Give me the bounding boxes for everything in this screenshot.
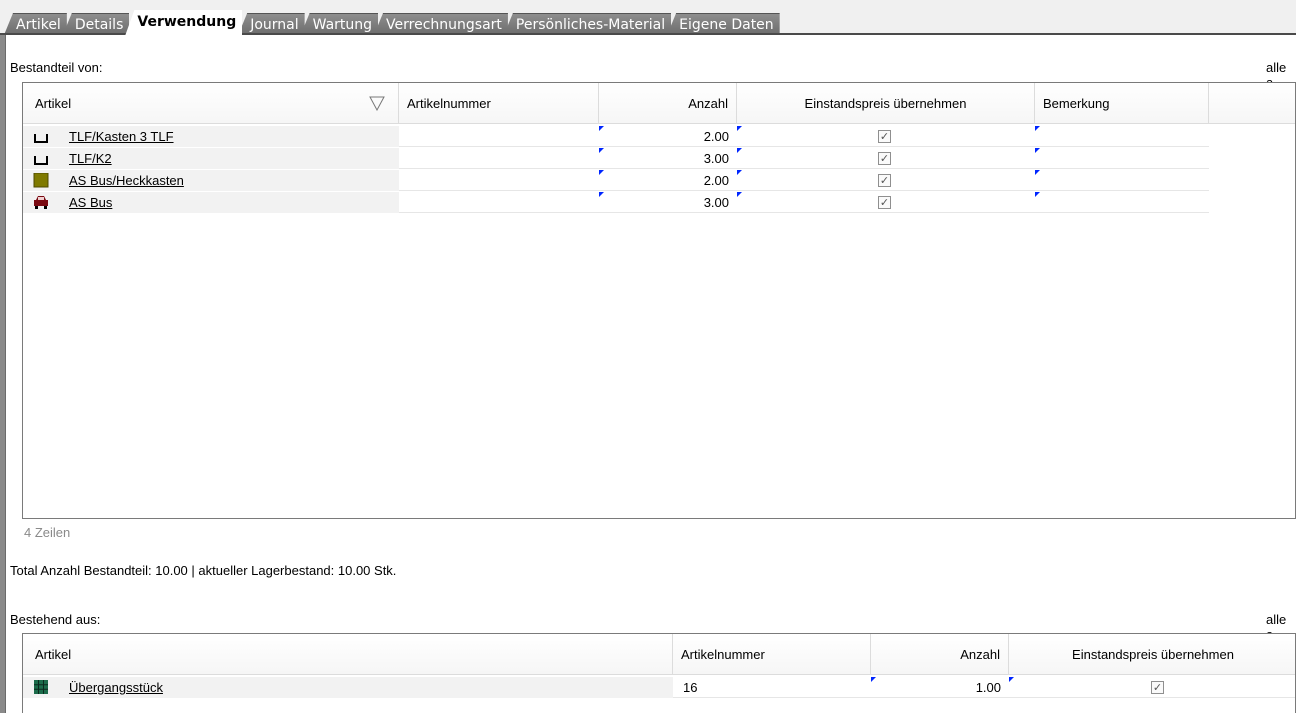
tab-strip: Artikel Details Verwendung Journal Wartu… (0, 0, 1296, 35)
tab-journal[interactable]: Journal (238, 13, 305, 35)
einstandspreis-checkbox[interactable]: ✓ (878, 152, 891, 165)
bestehend-aus-label: Bestehend aus: (10, 612, 101, 627)
tab-artikel[interactable]: Artikel (4, 13, 67, 35)
cell-anzahl[interactable]: 2.00 (599, 126, 737, 147)
table-row[interactable]: TLF/Kasten 3 TLF 2.00 ✓ (23, 126, 1209, 147)
tab-verrechnungsart[interactable]: Verrechnungsart (374, 13, 508, 35)
edit-marker (737, 170, 742, 175)
column-header-bemerkung[interactable]: Bemerkung (1035, 83, 1209, 124)
cell-artikelnummer[interactable] (399, 192, 599, 213)
filter-icon[interactable] (369, 95, 385, 111)
column-header-einstandspreis[interactable]: Einstandspreis übernehmen (1009, 634, 1295, 675)
column-header-empty (1209, 83, 1295, 124)
grid-header: Artikel Artikelnummer Anzahl Einstandspr… (23, 83, 1295, 124)
cell-bemerkung[interactable] (1035, 126, 1209, 147)
edit-marker (737, 126, 742, 131)
column-header-artikel[interactable]: Artikel (23, 83, 399, 124)
grid-icon (34, 680, 48, 694)
row-count-status: 4 Zeilen (24, 525, 71, 540)
column-header-einstandspreis[interactable]: Einstandspreis übernehmen (737, 83, 1035, 124)
cell-artikel: TLF/Kasten 3 TLF (23, 126, 399, 147)
olive-box-icon (33, 173, 49, 188)
cell-artikelnummer[interactable] (399, 148, 599, 169)
left-frame-edge (0, 35, 6, 713)
cell-anzahl[interactable]: 3.00 (599, 148, 737, 169)
totals-text: Total Anzahl Bestandteil: 10.00 | aktuel… (10, 563, 397, 578)
einstandspreis-checkbox[interactable]: ✓ (1151, 681, 1164, 694)
artikel-link[interactable]: TLF/Kasten 3 TLF (69, 126, 174, 147)
artikel-link[interactable]: AS Bus (69, 192, 112, 213)
cell-artikelnummer[interactable] (399, 126, 599, 147)
edit-marker (1009, 677, 1014, 682)
column-header-anzahl[interactable]: Anzahl (599, 83, 737, 124)
table-row[interactable]: Übergangsstück 16 1.00 ✓ (23, 677, 1295, 698)
table-row[interactable]: TLF/K2 3.00 ✓ (23, 148, 1209, 169)
artikel-link[interactable]: TLF/K2 (69, 148, 112, 169)
cell-bemerkung[interactable] (1035, 148, 1209, 169)
column-header-artikel[interactable]: Artikel (23, 634, 673, 675)
edit-marker (737, 192, 742, 197)
artikel-link[interactable]: Übergangsstück (69, 677, 163, 698)
cell-anzahl[interactable]: 3.00 (599, 192, 737, 213)
einstandspreis-checkbox[interactable]: ✓ (878, 174, 891, 187)
tab-details[interactable]: Details (62, 13, 130, 35)
bracket-icon (34, 134, 48, 143)
tab-eigene-daten[interactable]: Eigene Daten (667, 13, 780, 35)
cell-artikelnummer[interactable] (399, 170, 599, 191)
edit-marker (737, 148, 742, 153)
cell-bemerkung[interactable] (1035, 170, 1209, 191)
cell-artikel: Übergangsstück (23, 677, 673, 698)
table-row[interactable]: AS Bus/Heckkasten 2.00 ✓ (23, 170, 1209, 191)
tab-verwendung[interactable]: Verwendung (125, 10, 243, 35)
einstandspreis-checkbox[interactable]: ✓ (878, 196, 891, 209)
table-row[interactable]: AS Bus 3.00 ✓ (23, 192, 1209, 213)
bestandteil-von-label: Bestandteil von: (10, 60, 103, 75)
column-header-artikelnummer[interactable]: Artikelnummer (399, 83, 599, 124)
bestehend-aus-grid: Artikel Artikelnummer Anzahl Einstandspr… (22, 633, 1296, 713)
tab-wartung[interactable]: Wartung (300, 13, 379, 35)
cell-artikel: TLF/K2 (23, 148, 399, 169)
column-header-anzahl[interactable]: Anzahl (871, 634, 1009, 675)
bracket-icon (34, 156, 48, 165)
tab-persoenliches-material[interactable]: Persönliches-Material (503, 13, 672, 35)
cell-anzahl[interactable]: 1.00 (871, 677, 1009, 698)
cell-artikel: AS Bus (23, 192, 399, 213)
grid-header: Artikel Artikelnummer Anzahl Einstandspr… (23, 634, 1295, 675)
cell-artikelnummer[interactable]: 16 (673, 677, 871, 698)
cell-anzahl[interactable]: 2.00 (599, 170, 737, 191)
cell-bemerkung[interactable] (1035, 192, 1209, 213)
tabs-row: Artikel Details Verwendung Journal Wartu… (4, 8, 780, 35)
artikel-link[interactable]: AS Bus/Heckkasten (69, 170, 184, 191)
column-header-artikelnummer[interactable]: Artikelnummer (673, 634, 871, 675)
car-icon (34, 196, 48, 209)
einstandspreis-checkbox[interactable]: ✓ (878, 130, 891, 143)
cell-artikel: AS Bus/Heckkasten (23, 170, 399, 191)
bestandteil-grid: Artikel Artikelnummer Anzahl Einstandspr… (22, 82, 1296, 519)
